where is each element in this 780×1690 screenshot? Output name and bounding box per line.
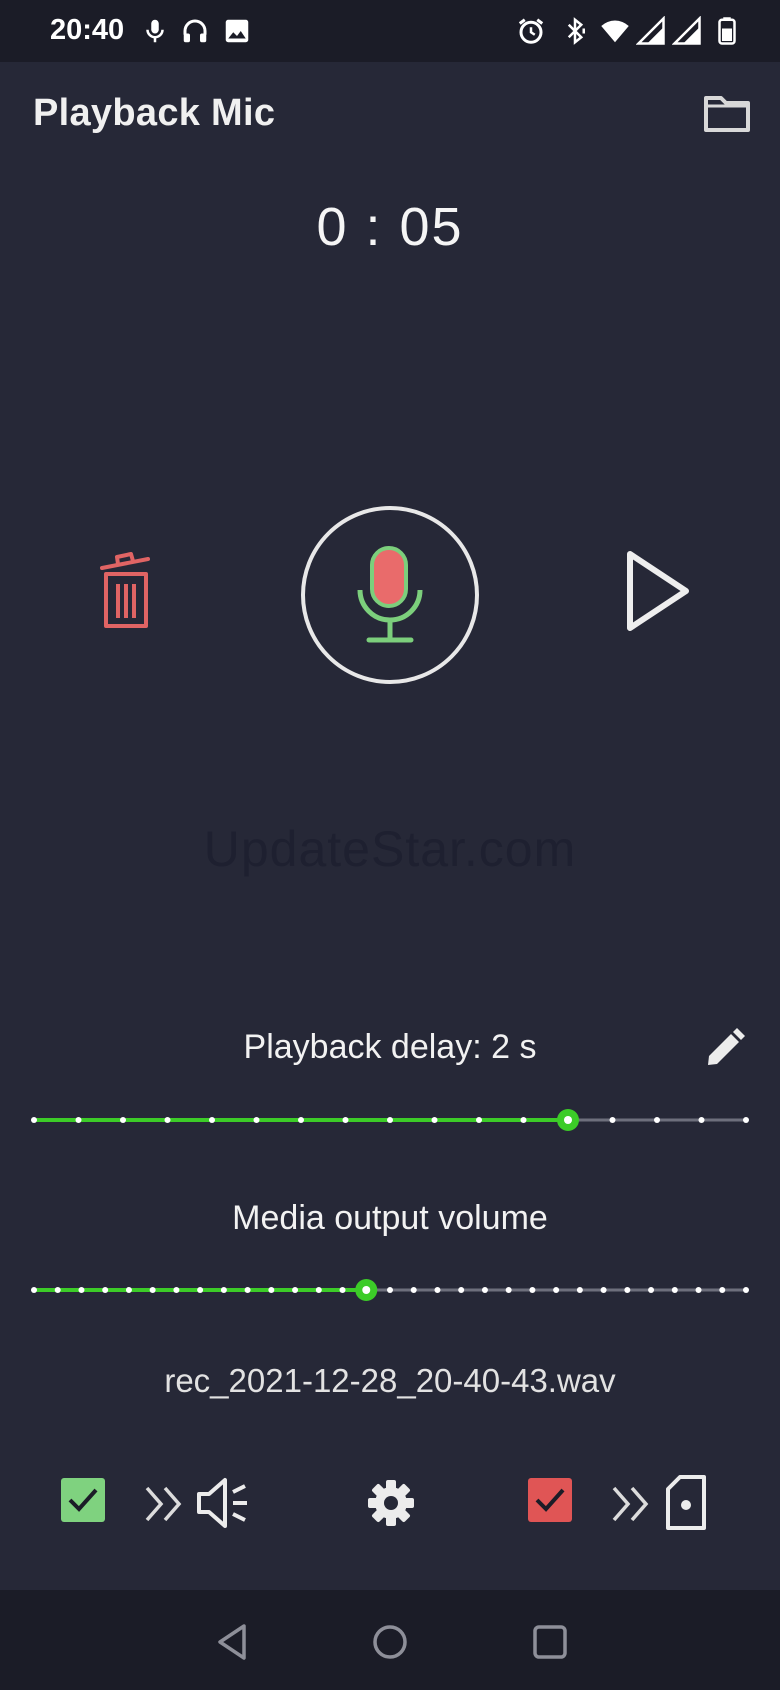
checkmark-icon <box>68 1488 98 1512</box>
recording-timer: 0 : 05 <box>316 197 464 257</box>
output-options-row <box>0 1470 780 1540</box>
volume-slider-tick <box>505 1287 512 1293</box>
folder-icon <box>704 96 750 132</box>
alarm-status-icon <box>518 18 544 44</box>
media-volume-track[interactable] <box>30 1275 750 1305</box>
battery-status-icon <box>718 17 736 45</box>
delay-slider-tick <box>431 1117 438 1123</box>
volume-slider-tick <box>78 1287 85 1293</box>
play-icon <box>627 551 689 631</box>
app-title: Playback Mic <box>33 92 276 134</box>
delay-slider-tick <box>120 1117 126 1123</box>
home-icon <box>373 1625 407 1659</box>
volume-slider-tick <box>292 1287 299 1293</box>
file-icon <box>666 1475 706 1530</box>
volume-slider-tick <box>410 1287 417 1293</box>
volume-slider-thumb-dot <box>362 1286 371 1294</box>
volume-slider-tick <box>671 1287 678 1293</box>
trash-icon <box>100 552 150 628</box>
home-button[interactable] <box>368 1620 412 1664</box>
status-bar: 20:40 <box>0 0 780 62</box>
playback-delay-track[interactable] <box>30 1105 750 1135</box>
folder-button[interactable] <box>702 92 752 136</box>
image-status-icon <box>225 19 249 43</box>
bluetooth-status-icon <box>567 17 585 45</box>
volume-slider-tick <box>434 1287 441 1293</box>
volume-slider-tick <box>458 1287 465 1293</box>
volume-slider-tick <box>315 1287 322 1293</box>
settings-button[interactable] <box>366 1478 416 1528</box>
recents-button[interactable] <box>528 1620 572 1664</box>
volume-slider-tick <box>719 1287 726 1293</box>
double-chevron-icon <box>145 1486 182 1522</box>
recents-icon <box>533 1625 567 1659</box>
delay-slider-tick <box>698 1117 705 1123</box>
volume-slider-tick <box>173 1287 180 1293</box>
volume-slider-tick <box>339 1287 346 1293</box>
delay-slider-tick <box>654 1117 660 1123</box>
delay-slider-tick <box>298 1117 304 1123</box>
status-time: 20:40 <box>50 14 125 46</box>
delay-slider-tick <box>164 1117 171 1123</box>
checkmark-icon <box>535 1488 565 1512</box>
volume-slider-tick <box>197 1287 204 1293</box>
signal-status-icon <box>636 16 665 45</box>
delay-slider-thumb-dot <box>564 1116 572 1124</box>
volume-slider-tick <box>125 1287 132 1293</box>
double-chevron-icon <box>612 1486 649 1522</box>
volume-slider-tick <box>529 1287 536 1293</box>
delay-slider-tick <box>609 1117 616 1123</box>
delay-slider-tick <box>743 1117 749 1123</box>
speaker-icon <box>197 1478 247 1528</box>
volume-slider-tick <box>220 1287 227 1293</box>
mic-status-icon <box>146 19 164 43</box>
volume-slider-tick <box>387 1287 393 1293</box>
volume-slider-tick <box>244 1287 251 1293</box>
volume-slider-tick <box>149 1287 156 1293</box>
volume-slider-tick <box>576 1287 583 1293</box>
edit-delay-button[interactable] <box>703 1026 747 1070</box>
volume-slider-tick <box>600 1287 607 1293</box>
volume-slider-tick <box>624 1287 631 1293</box>
mic-icon <box>357 546 423 643</box>
record-button[interactable] <box>301 506 479 684</box>
volume-slider-tick <box>695 1287 702 1293</box>
volume-slider-tick <box>31 1287 37 1293</box>
delay-slider-tick <box>209 1117 215 1123</box>
delete-button[interactable] <box>96 550 158 630</box>
save-file-checkbox[interactable] <box>528 1478 572 1522</box>
delay-slider-tick <box>520 1117 527 1123</box>
wifi-status-icon <box>601 20 629 43</box>
volume-slider-tick <box>743 1287 749 1293</box>
gear-icon <box>368 1480 414 1526</box>
media-volume-slider[interactable] <box>30 1275 750 1305</box>
delay-slider-tick <box>342 1117 349 1123</box>
play-button[interactable] <box>622 548 692 634</box>
signal-roaming-status-icon <box>672 16 701 45</box>
volume-slider-tick <box>481 1287 488 1293</box>
recording-filename: rec_2021-12-28_20-40-43.wav <box>164 1362 616 1399</box>
system-nav-bar <box>0 1590 780 1690</box>
speaker-output-checkbox[interactable] <box>61 1478 105 1522</box>
volume-slider-tick <box>268 1287 275 1293</box>
delay-slider-tick <box>75 1117 82 1123</box>
volume-slider-tick <box>553 1287 560 1293</box>
back-icon <box>218 1624 246 1660</box>
pencil-icon <box>708 1028 745 1065</box>
playback-delay-label: Playback delay: 2 s <box>243 1028 537 1066</box>
delay-slider-tick <box>253 1117 260 1123</box>
volume-slider-tick <box>102 1287 109 1293</box>
delay-slider-tick <box>31 1117 37 1123</box>
media-volume-label: Media output volume <box>232 1199 548 1237</box>
delay-slider-tick <box>476 1117 482 1123</box>
back-button[interactable] <box>212 1620 256 1664</box>
playback-delay-slider[interactable] <box>30 1105 750 1135</box>
delay-slider-tick <box>387 1117 393 1123</box>
volume-slider-tick <box>54 1287 61 1293</box>
volume-slider-tick <box>648 1287 655 1293</box>
watermark: UpdateStar.com <box>203 821 577 877</box>
headphones-status-icon <box>183 19 207 43</box>
